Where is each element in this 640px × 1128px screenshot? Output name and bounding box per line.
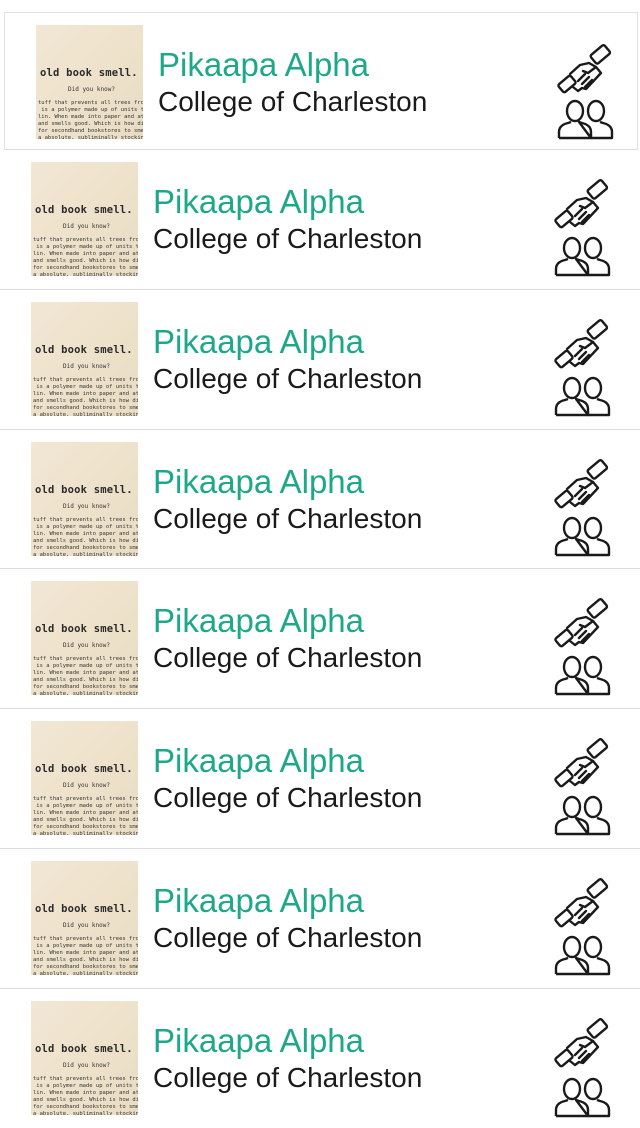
group-icon[interactable] <box>553 236 611 278</box>
thumbnail-body: tuff that prevents all trees from is a p… <box>33 1076 138 1115</box>
chapter-name: Pikaapa Alpha <box>153 602 365 639</box>
chapter-name: Pikaapa Alpha <box>153 1022 365 1059</box>
thumbnail-subtitle: Did you know? <box>63 503 110 510</box>
group-icon[interactable] <box>553 516 611 558</box>
thumbnail-subtitle: Did you know? <box>68 86 115 93</box>
thumbnail-title: old book smell. <box>35 1043 133 1055</box>
list-item[interactable]: old book smell. Did you know? tuff that … <box>0 709 640 849</box>
thumbnail-title: old book smell. <box>35 763 133 775</box>
thumbnail-subtitle: Did you know? <box>63 782 110 789</box>
thumbnail-subtitle: Did you know? <box>63 642 110 649</box>
thumbnail-body: tuff that prevents all trees from is a p… <box>33 517 138 556</box>
chapter-thumbnail: old book smell. Did you know? tuff that … <box>31 442 138 556</box>
chapter-thumbnail: old book smell. Did you know? tuff that … <box>31 721 138 835</box>
handshake-icon[interactable] <box>553 458 611 512</box>
chapter-thumbnail: old book smell. Did you know? tuff that … <box>31 162 138 276</box>
school-name: College of Charleston <box>153 1062 423 1093</box>
school-name: College of Charleston <box>153 642 423 673</box>
thumbnail-body: tuff that prevents all trees from is a p… <box>33 377 138 416</box>
group-icon[interactable] <box>553 1077 611 1119</box>
group-icon[interactable] <box>553 376 611 418</box>
chapter-name: Pikaapa Alpha <box>153 742 365 779</box>
chapter-thumbnail: old book smell. Did you know? tuff that … <box>31 302 138 416</box>
handshake-icon[interactable] <box>553 597 611 651</box>
thumbnail-body: tuff that prevents all trees from is a p… <box>33 656 138 695</box>
thumbnail-title: old book smell. <box>35 484 133 496</box>
school-name: College of Charleston <box>153 782 423 813</box>
group-icon[interactable] <box>553 655 611 697</box>
list-item[interactable]: old book smell. Did you know? tuff that … <box>0 150 640 290</box>
thumbnail-body: tuff that prevents all trees from is a p… <box>38 100 143 139</box>
chapter-name: Pikaapa Alpha <box>153 882 365 919</box>
group-icon[interactable] <box>556 99 614 141</box>
list-item[interactable]: old book smell. Did you know? tuff that … <box>0 989 640 1128</box>
school-name: College of Charleston <box>153 223 423 254</box>
school-name: College of Charleston <box>153 503 423 534</box>
school-name: College of Charleston <box>153 363 423 394</box>
school-name: College of Charleston <box>158 86 428 117</box>
list-item[interactable]: old book smell. Did you know? tuff that … <box>4 12 638 150</box>
thumbnail-body: tuff that prevents all trees from is a p… <box>33 936 138 975</box>
handshake-icon[interactable] <box>556 43 614 97</box>
thumbnail-subtitle: Did you know? <box>63 363 110 370</box>
thumbnail-subtitle: Did you know? <box>63 922 110 929</box>
group-icon[interactable] <box>553 935 611 977</box>
chapter-list: old book smell. Did you know? tuff that … <box>0 0 640 1128</box>
thumbnail-body: tuff that prevents all trees from is a p… <box>33 237 138 276</box>
chapter-thumbnail: old book smell. Did you know? tuff that … <box>31 1001 138 1115</box>
thumbnail-subtitle: Did you know? <box>63 223 110 230</box>
thumbnail-title: old book smell. <box>35 903 133 915</box>
thumbnail-title: old book smell. <box>35 204 133 216</box>
chapter-name: Pikaapa Alpha <box>153 323 365 360</box>
list-item[interactable]: old book smell. Did you know? tuff that … <box>0 849 640 989</box>
handshake-icon[interactable] <box>553 737 611 791</box>
list-item[interactable]: old book smell. Did you know? tuff that … <box>0 430 640 569</box>
chapter-thumbnail: old book smell. Did you know? tuff that … <box>31 861 138 975</box>
chapter-thumbnail: old book smell. Did you know? tuff that … <box>36 25 143 139</box>
thumbnail-title: old book smell. <box>35 623 133 635</box>
chapter-name: Pikaapa Alpha <box>153 463 365 500</box>
thumbnail-title: old book smell. <box>40 67 138 79</box>
group-icon[interactable] <box>553 795 611 837</box>
handshake-icon[interactable] <box>553 318 611 372</box>
handshake-icon[interactable] <box>553 1017 611 1071</box>
chapter-thumbnail: old book smell. Did you know? tuff that … <box>31 581 138 695</box>
chapter-name: Pikaapa Alpha <box>158 46 370 83</box>
list-item[interactable]: old book smell. Did you know? tuff that … <box>0 290 640 430</box>
school-name: College of Charleston <box>153 922 423 953</box>
chapter-name: Pikaapa Alpha <box>153 183 365 220</box>
thumbnail-subtitle: Did you know? <box>63 1062 110 1069</box>
thumbnail-title: old book smell. <box>35 344 133 356</box>
handshake-icon[interactable] <box>553 178 611 232</box>
list-item[interactable]: old book smell. Did you know? tuff that … <box>0 569 640 709</box>
handshake-icon[interactable] <box>553 877 611 931</box>
thumbnail-body: tuff that prevents all trees from is a p… <box>33 796 138 835</box>
